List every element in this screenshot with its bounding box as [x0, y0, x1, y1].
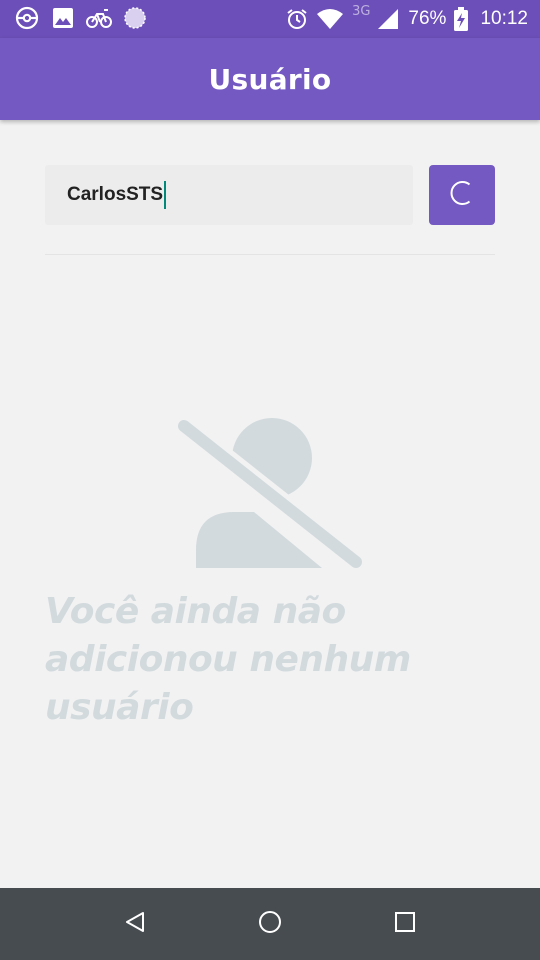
clock: 10:12 — [480, 8, 528, 29]
recents-button[interactable] — [385, 904, 425, 944]
navigation-bar — [0, 888, 540, 960]
sphere-icon — [122, 5, 148, 31]
username-input[interactable]: CarlosSTS — [45, 165, 413, 225]
battery-percent: 76% — [408, 8, 447, 29]
signal-icon — [378, 9, 399, 29]
home-icon — [257, 909, 283, 939]
wifi-icon — [316, 8, 344, 30]
alarm-icon — [286, 8, 308, 30]
system-status: 3G 76% 10:12 — [278, 0, 528, 38]
page-title: Usuário — [208, 62, 332, 96]
text-caret — [164, 181, 167, 209]
status-bar: 3G 76% 10:12 — [0, 0, 540, 38]
screen: 3G 76% 10:12 Usuário CarlosSTS Você aind… — [0, 0, 540, 960]
recents-icon — [394, 911, 416, 937]
home-button[interactable] — [250, 904, 290, 944]
network-type-label: 3G — [352, 3, 371, 19]
image-icon — [50, 5, 76, 31]
back-button[interactable] — [115, 904, 155, 944]
battery-charging-icon — [454, 7, 469, 31]
username-input-value: CarlosSTS — [67, 184, 164, 205]
refresh-button[interactable] — [429, 165, 495, 225]
cycling-icon — [86, 5, 112, 31]
back-icon — [123, 910, 147, 938]
divider — [45, 254, 495, 255]
pokeball-icon — [14, 5, 40, 31]
notification-icons — [14, 5, 158, 31]
app-bar: Usuário — [0, 38, 540, 120]
empty-state-message: Você ainda não adicionou nenhum usuário — [45, 591, 411, 728]
refresh-icon — [448, 179, 476, 211]
user-off-icon — [170, 410, 370, 580]
